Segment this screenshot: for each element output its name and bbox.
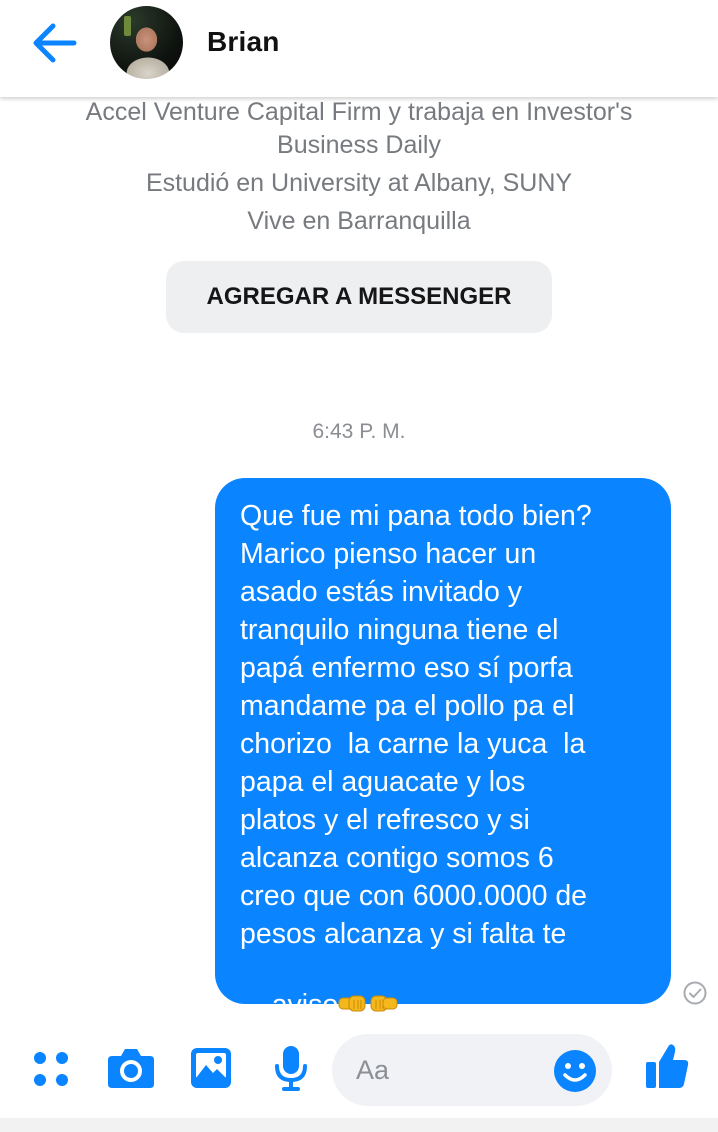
emoji-icon[interactable]	[552, 1048, 598, 1094]
message-line: papa el aguacate y los	[240, 766, 526, 798]
avatar-photo-detail	[124, 16, 131, 36]
message-composer: Aa	[0, 1030, 718, 1114]
profile-info: Accel Venture Capital Firm y trabaja en …	[0, 96, 718, 238]
message-line: aviso	[271, 989, 339, 1021]
message-timestamp: 6:43 P. M.	[312, 420, 406, 443]
message-bubble[interactable]: Que fue mi pana todo bien? Marico pienso…	[215, 478, 671, 1021]
message-line: creo que con 6000.0000 de	[240, 880, 588, 912]
message-line: chorizo la carne la yuca la	[240, 728, 586, 760]
message-line: papá enfermo eso sí porfa	[240, 652, 573, 684]
back-button[interactable]	[28, 20, 80, 66]
profile-work-line-2: Business Daily	[277, 131, 441, 159]
message-line: tranquilo ninguna tiene el	[240, 614, 559, 646]
thumbs-up-icon[interactable]	[644, 1042, 690, 1092]
back-arrow-icon	[33, 23, 77, 63]
gallery-icon[interactable]	[189, 1046, 233, 1090]
message-line: alcanza contigo somos 6	[240, 842, 554, 874]
bottom-divider	[0, 1118, 718, 1132]
sent-status-icon	[683, 981, 707, 1005]
add-to-messenger-button[interactable]: AGREGAR A MESSENGER	[166, 261, 552, 333]
avatar[interactable]	[110, 6, 183, 79]
profile-work-line-1: Accel Venture Capital Firm y trabaja en …	[85, 98, 633, 126]
message-input-placeholder: Aa	[356, 1055, 390, 1085]
message-input[interactable]: Aa	[332, 1034, 612, 1106]
microphone-icon[interactable]	[272, 1044, 310, 1092]
message-line: asado estás invitado y	[240, 576, 523, 608]
message-line: platos y el refresco y si	[240, 804, 530, 836]
profile-location: Vive en Barranquilla	[247, 207, 471, 235]
more-apps-icon[interactable]	[32, 1050, 70, 1088]
fist-bump-emoji-icon	[338, 995, 398, 1012]
conversation-header: Brian	[0, 0, 718, 97]
camera-icon[interactable]	[106, 1046, 156, 1090]
message-line: Que fue mi pana todo bien?	[240, 500, 592, 532]
message-line: Marico pienso hacer un	[240, 538, 537, 570]
message-line: pesos alcanza y si falta te	[240, 918, 567, 950]
profile-education: Estudió en University at Albany, SUNY	[145, 169, 573, 197]
message-line: mandame pa el pollo pa el	[240, 690, 575, 722]
contact-name[interactable]: Brian	[207, 26, 280, 58]
